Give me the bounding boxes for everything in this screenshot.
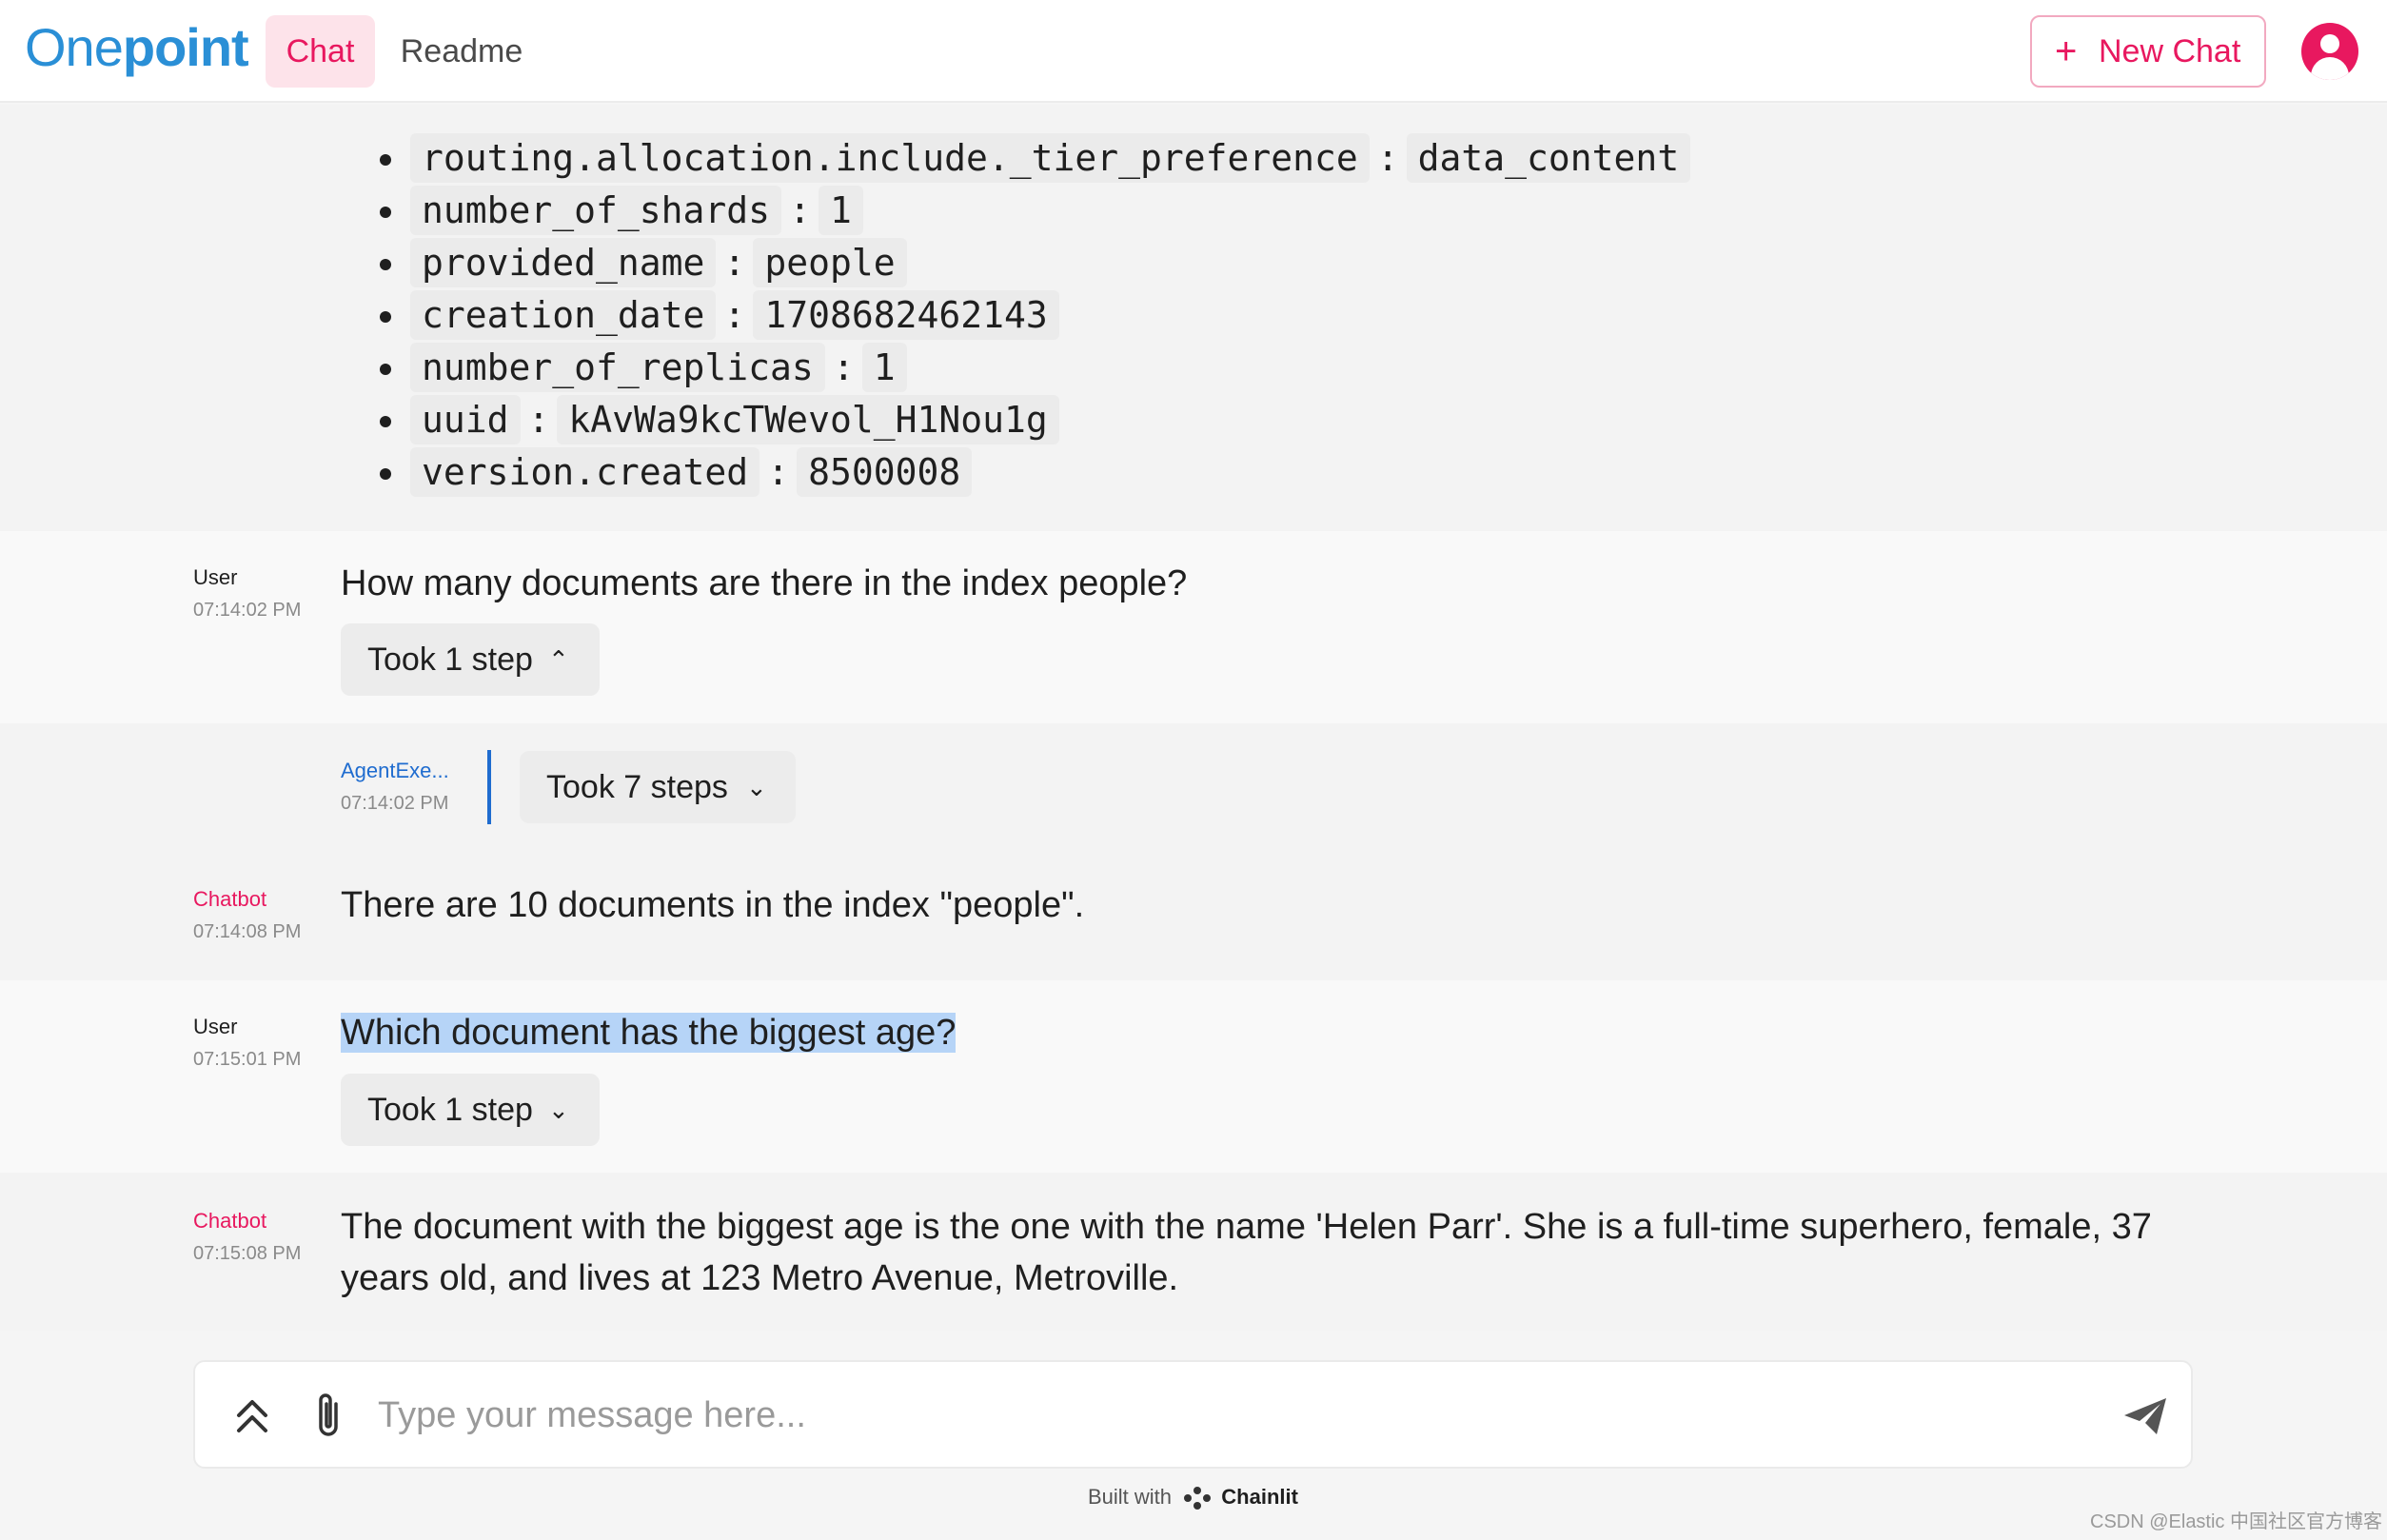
message-timestamp: 07:14:08 PM (193, 921, 302, 942)
message-author: Chatbot (193, 1209, 267, 1233)
bullet-icon (380, 154, 391, 166)
message-author: User (193, 1015, 238, 1038)
bullet-icon (380, 416, 391, 427)
message-author: Chatbot (193, 887, 267, 911)
tab-chat[interactable]: Chat (266, 15, 375, 88)
list-item: provided_name : people (376, 236, 1690, 288)
tab-readme[interactable]: Readme (395, 15, 528, 88)
watermark: CSDN @Elastic 中国社区官方博客 (2090, 1511, 2382, 1532)
steps-toggle-button[interactable]: Took 1 step ⌄ (341, 1074, 600, 1146)
setting-value: 1 (861, 342, 907, 392)
chainlit-logo-icon (1184, 1487, 1212, 1510)
setting-value: 1708682462143 (753, 289, 1059, 340)
plus-icon: + (2055, 30, 2078, 72)
setting-key: creation_date (410, 289, 717, 340)
chevrons-up-icon[interactable] (233, 1394, 271, 1436)
setting-value: data_content (1406, 132, 1691, 183)
agent-step-indicator (487, 750, 491, 824)
steps-label: Took 7 steps (546, 769, 728, 805)
selected-text: Which document has the biggest age? (341, 1013, 957, 1053)
message-band-agent (0, 723, 2387, 847)
footer-brand[interactable]: Chainlit (1221, 1485, 1298, 1509)
new-chat-button[interactable]: + New Chat (2030, 15, 2266, 88)
list-item: creation_date : 1708682462143 (376, 288, 1690, 341)
message-timestamp: 07:14:02 PM (193, 600, 302, 621)
list-item: version.created : 8500008 (376, 445, 1690, 498)
send-icon[interactable] (2122, 1396, 2168, 1436)
footer: Built with Chainlit (1088, 1483, 1298, 1511)
message-text: How many documents are there in the inde… (341, 563, 1188, 603)
steps-label: Took 1 step (367, 1092, 533, 1128)
index-settings-list: routing.allocation.include._tier_prefere… (376, 131, 1691, 498)
steps-label: Took 1 step (367, 642, 533, 678)
setting-key: number_of_replicas (410, 342, 825, 392)
list-item: routing.allocation.include._tier_prefere… (376, 131, 1691, 184)
app-logo[interactable]: Onepoint (25, 17, 249, 78)
message-input[interactable] (378, 1381, 2053, 1450)
setting-key: provided_name (410, 237, 717, 287)
bullet-icon (380, 259, 391, 270)
bullet-icon (380, 207, 391, 218)
paperclip-icon[interactable] (309, 1391, 347, 1440)
message-composer (193, 1360, 2193, 1469)
message-text: There are 10 documents in the index "peo… (341, 885, 1085, 925)
message-timestamp: 07:15:08 PM (193, 1243, 302, 1264)
steps-toggle-button[interactable]: Took 1 step ⌃ (341, 623, 600, 696)
message-text: The document with the biggest age is the… (341, 1207, 2152, 1298)
setting-key: routing.allocation.include._tier_prefere… (410, 132, 1370, 183)
chevron-up-icon: ⌃ (548, 645, 569, 674)
setting-key: number_of_shards (410, 185, 782, 235)
logo-text-point: point (122, 17, 249, 77)
logo-text-one: One (25, 17, 124, 77)
message-timestamp: 07:15:01 PM (193, 1049, 302, 1070)
chevron-down-icon: ⌄ (746, 773, 767, 801)
list-item: number_of_replicas : 1 (376, 341, 1690, 393)
list-item: uuid : kAvWa9kcTWevol_H1Nou1g (376, 393, 1690, 445)
message-text: Which document has the biggest age? (341, 1007, 957, 1058)
steps-toggle-button[interactable]: Took 7 steps ⌄ (520, 751, 796, 823)
new-chat-label: New Chat (2099, 33, 2241, 69)
message-author: User (193, 565, 238, 589)
footer-text: Built with (1088, 1485, 1173, 1509)
bullet-icon (380, 468, 391, 480)
chevron-down-icon: ⌄ (548, 1096, 569, 1124)
message-author: AgentExe... (341, 759, 449, 782)
user-avatar-icon[interactable] (2301, 23, 2358, 80)
setting-value: people (753, 237, 907, 287)
setting-value: kAvWa9kcTWevol_H1Nou1g (557, 394, 1059, 444)
setting-value: 1 (818, 185, 863, 235)
setting-value: 8500008 (797, 446, 973, 497)
setting-key: version.created (410, 446, 760, 497)
list-item: number_of_shards : 1 (376, 184, 1690, 236)
message-timestamp: 07:14:02 PM (341, 793, 449, 814)
bullet-icon (380, 364, 391, 375)
setting-key: uuid (410, 394, 521, 444)
top-bar: Onepoint Chat Readme + New Chat (0, 0, 2387, 103)
bullet-icon (380, 311, 391, 323)
